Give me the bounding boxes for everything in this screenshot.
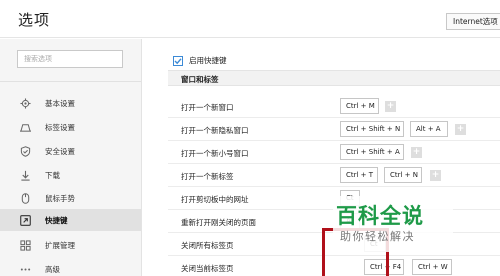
shortcut-icon — [19, 214, 31, 226]
gear-icon — [19, 97, 31, 109]
watermark-subtitle: 助你轻松解决 — [340, 230, 415, 243]
shortcut-key-field[interactable]: Ctrl + W — [412, 259, 452, 275]
enable-shortcuts-row[interactable]: 启用快捷键 — [173, 55, 227, 66]
shortcut-row-new-window: 打开一个新窗口 Ctrl + M + — [168, 95, 500, 118]
sidebar-divider — [0, 81, 141, 82]
add-shortcut-button[interactable]: + — [411, 147, 422, 158]
extension-icon — [19, 239, 31, 251]
shortcut-key-field[interactable]: Ctrl + N — [384, 167, 422, 183]
title-bar: 选项 Internet选项 — [0, 0, 500, 38]
shortcut-label: 重新打开刚关闭的页面 — [181, 218, 256, 227]
sidebar-item-mouse-gestures[interactable]: 鼠标手势 — [0, 187, 141, 209]
shortcut-key-field[interactable]: Ctrl + Shift + A — [340, 144, 404, 160]
sidebar-item-advanced[interactable]: 高级 — [0, 258, 141, 276]
sidebar-item-tab-settings[interactable]: 标签设置 — [0, 116, 141, 138]
watermark-title: 百科全说 — [336, 204, 424, 228]
sidebar-item-label: 鼠标手势 — [45, 193, 75, 203]
sidebar-item-label: 快捷键 — [45, 215, 68, 225]
shortcut-key-field[interactable]: Ctrl + T — [340, 167, 378, 183]
shortcut-row-new-tab: 打开一个新标签 Ctrl + T Ctrl + N + — [168, 164, 500, 187]
add-shortcut-button[interactable]: + — [455, 124, 466, 135]
shortcut-key-field[interactable]: Alt + A — [410, 121, 448, 137]
shortcut-label: 关闭所有标签页 — [181, 241, 234, 250]
sidebar-item-shortcuts[interactable]: 快捷键 — [0, 209, 141, 231]
search-box[interactable] — [17, 50, 123, 68]
shortcut-label: 打开一个新小号窗口 — [181, 149, 249, 158]
add-shortcut-button[interactable]: + — [430, 170, 441, 181]
sidebar-item-security-settings[interactable]: 安全设置 — [0, 140, 141, 162]
internet-options-button[interactable]: Internet选项 — [446, 13, 500, 30]
shortcut-row-new-alt-window: 打开一个新小号窗口 Ctrl + Shift + A + — [168, 141, 500, 164]
sidebar-item-label: 基本设置 — [45, 98, 75, 108]
sidebar-item-label: 下载 — [45, 170, 60, 180]
tab-icon — [19, 121, 31, 133]
shortcut-label: 打开一个新标签 — [181, 172, 234, 181]
shortcut-label: 打开一个新隐私窗口 — [181, 126, 249, 135]
shield-icon — [19, 145, 31, 157]
enable-shortcuts-checkbox[interactable] — [173, 55, 183, 66]
shortcut-label: 打开一个新窗口 — [181, 103, 234, 112]
shortcut-label: 关闭当前标签页 — [181, 264, 234, 273]
advanced-icon — [19, 263, 31, 275]
shortcut-key-field[interactable]: Ctrl + Shift + N — [340, 121, 404, 137]
shortcut-row-new-private-window: 打开一个新隐私窗口 Ctrl + Shift + N Alt + A + — [168, 118, 500, 141]
download-icon — [19, 169, 31, 181]
sidebar: 基本设置 标签设置 安全设置 下载 鼠标手势 快捷键 扩展管理 — [0, 39, 142, 276]
shortcut-key-field[interactable]: Ctrl + M — [340, 98, 379, 114]
section-title: 窗口和标签 — [181, 75, 219, 84]
sidebar-item-extensions[interactable]: 扩展管理 — [0, 234, 141, 256]
enable-shortcuts-label: 启用快捷键 — [189, 56, 227, 65]
search-input[interactable] — [18, 51, 122, 67]
shortcut-label: 打开剪切板中的网址 — [181, 195, 249, 204]
sidebar-item-basic-settings[interactable]: 基本设置 — [0, 92, 141, 114]
watermark-logo: 百科全说 助你轻松解决 — [333, 196, 453, 252]
sidebar-item-label: 安全设置 — [45, 146, 75, 156]
page-title: 选项 — [18, 11, 51, 29]
add-shortcut-button[interactable]: + — [385, 101, 396, 112]
mouse-icon — [19, 192, 31, 204]
section-header: 窗口和标签 — [168, 70, 500, 86]
sidebar-item-label: 标签设置 — [45, 122, 75, 132]
sidebar-item-label: 高级 — [45, 264, 60, 274]
sidebar-item-label: 扩展管理 — [45, 240, 75, 250]
sidebar-item-download[interactable]: 下载 — [0, 164, 141, 186]
